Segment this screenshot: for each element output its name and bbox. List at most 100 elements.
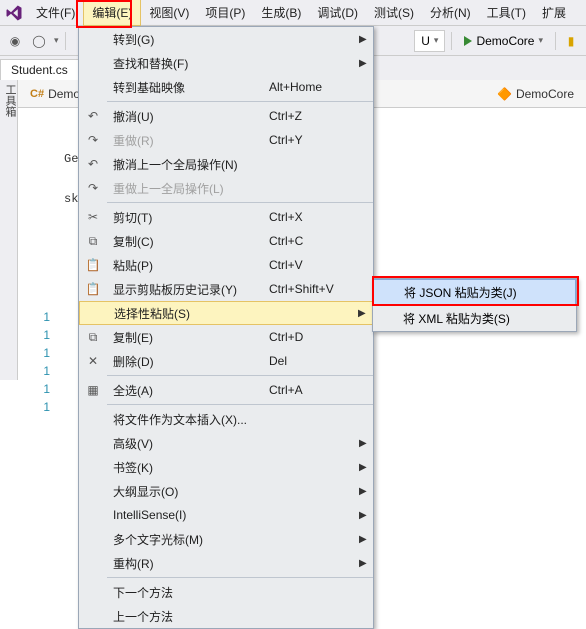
submenu-item-label: 将 XML 粘贴为类(S) <box>403 310 510 327</box>
menu-tools[interactable]: 工具(T) <box>479 0 534 25</box>
undo-icon: ↶ <box>79 109 107 123</box>
submenu-arrow-icon: ▶ <box>359 534 373 545</box>
menu-item[interactable]: 上一个方法 <box>79 604 373 628</box>
menu-project[interactable]: 项目(P) <box>197 0 253 25</box>
run-label: DemoCore <box>476 34 534 48</box>
menu-build[interactable]: 生成(B) <box>253 0 309 25</box>
edit-menu-dropdown: 转到(G)▶ 查找和替换(F) ▶ 转到基础映像Alt+Home ↶撤消(U)Ctrl+… <box>78 26 374 629</box>
menu-test[interactable]: 测试(S) <box>366 0 422 25</box>
menu-item[interactable]: 将文件作为文本插入(X)... <box>79 407 373 431</box>
menu-item-label: 撤消上一个全局操作(N) <box>107 156 269 173</box>
menu-item-label: 查找和替换(F) <box>107 55 269 72</box>
menu-item-label: 多个文字光标(M) <box>107 531 269 548</box>
menu-separator <box>107 375 373 376</box>
menu-item[interactable]: ▦全选(A)Ctrl+A <box>79 378 373 402</box>
menu-separator <box>107 202 373 203</box>
menubar: 文件(F) 编辑(E) 视图(V) 项目(P) 生成(B) 调试(D) 测试(S… <box>0 0 586 26</box>
menu-item-label: 重做上一全局操作(L) <box>107 180 269 197</box>
menu-item[interactable]: ✕删除(D)Del <box>79 349 373 373</box>
menu-item: ↷重做上一全局操作(L) <box>79 176 373 200</box>
paste-special-submenu: 将 JSON 粘贴为类(J) 将 XML 粘贴为类(S) <box>372 278 577 332</box>
run-button[interactable]: DemoCore ▾ <box>458 30 549 52</box>
menu-item[interactable]: 查找和替换(F) ▶ <box>79 51 373 75</box>
menu-item-label: 粘贴(P) <box>107 257 269 274</box>
menu-separator <box>107 577 373 578</box>
play-icon <box>464 36 472 46</box>
line-gutter: 111 111 <box>18 108 58 582</box>
nav-fwd-icon[interactable]: ◯ <box>30 32 48 50</box>
undo-icon: ↶ <box>79 157 107 171</box>
menu-edit[interactable]: 编辑(E) <box>83 0 141 26</box>
submenu-arrow-icon: ▶ <box>359 34 373 45</box>
chevron-down-icon: ▾ <box>434 35 439 46</box>
menu-item[interactable]: 📋显示剪贴板历史记录(Y)Ctrl+Shift+V <box>79 277 373 301</box>
submenu-arrow-icon: ▶ <box>358 308 372 319</box>
menu-item[interactable]: ⧉复制(C)Ctrl+C <box>79 229 373 253</box>
menu-shortcut: Ctrl+C <box>269 234 359 248</box>
menu-view[interactable]: 视图(V) <box>141 0 197 25</box>
menu-item-label: 高级(V) <box>107 435 269 452</box>
menu-item-label: 复制(E) <box>107 329 269 346</box>
cut-icon: ✂ <box>79 210 107 224</box>
sidebar-toolbox[interactable]: 工具箱 <box>0 80 20 121</box>
divider <box>451 32 452 50</box>
nav-back-icon[interactable]: ◉ <box>6 32 24 50</box>
menu-shortcut: Ctrl+A <box>269 383 359 397</box>
menu-item-label: 重构(R) <box>107 555 269 572</box>
menu-separator <box>107 101 373 102</box>
menu-item[interactable]: 高级(V)▶ <box>79 431 373 455</box>
menu-item[interactable]: 转到基础映像Alt+Home <box>79 75 373 99</box>
menu-item[interactable]: 书签(K)▶ <box>79 455 373 479</box>
menu-analyze[interactable]: 分析(N) <box>422 0 479 25</box>
menu-item[interactable]: 大纲显示(O) ▶ <box>79 479 373 503</box>
clip-icon: 📋 <box>79 282 107 296</box>
menu-item[interactable]: 多个文字光标(M) ▶ <box>79 527 373 551</box>
menu-item[interactable]: 重构(R)▶ <box>79 551 373 575</box>
menu-item[interactable]: 📋粘贴(P)Ctrl+V <box>79 253 373 277</box>
menu-item[interactable]: ⧉复制(E)Ctrl+D <box>79 325 373 349</box>
menu-item[interactable]: 选择性粘贴(S) ▶ <box>79 301 373 325</box>
debug-target-dropdown[interactable]: U▾ <box>414 30 445 52</box>
submenu-item[interactable]: 将 JSON 粘贴为类(J) <box>373 279 576 305</box>
menu-item-label: 选择性粘贴(S) <box>108 305 268 322</box>
menu-item-label: 显示剪贴板历史记录(Y) <box>107 281 269 298</box>
menu-item-label: IntelliSense(I) <box>107 508 269 522</box>
menu-item[interactable]: 转到(G)▶ <box>79 27 373 51</box>
debug-target-label: U <box>421 34 430 48</box>
copy-icon: ⧉ <box>79 330 107 345</box>
menu-item[interactable]: ↶撤消上一个全局操作(N) <box>79 152 373 176</box>
menu-item-label: 全选(A) <box>107 382 269 399</box>
menu-item[interactable]: ↶撤消(U)Ctrl+Z <box>79 104 373 128</box>
menu-item[interactable]: 下一个方法 <box>79 580 373 604</box>
menu-item-label: 大纲显示(O) <box>107 483 269 500</box>
submenu-item[interactable]: 将 XML 粘贴为类(S) <box>373 305 576 331</box>
tab-student-cs[interactable]: Student.cs <box>0 59 79 80</box>
toolbar-icon[interactable]: ▮ <box>562 32 580 50</box>
menu-item: ↷重做(R)Ctrl+Y <box>79 128 373 152</box>
class-dropdown[interactable]: 🔶 DemoCore <box>491 84 580 104</box>
menu-ext[interactable]: 扩展 <box>534 0 574 25</box>
menu-item[interactable]: IntelliSense(I)▶ <box>79 503 373 527</box>
menu-file[interactable]: 文件(F) <box>28 0 83 25</box>
menu-debug[interactable]: 调试(D) <box>309 0 366 25</box>
copy-icon: ⧉ <box>79 234 107 249</box>
menu-item-label: 重做(R) <box>107 132 269 149</box>
menu-item-label: 下一个方法 <box>107 584 269 601</box>
menu-shortcut: Ctrl+Y <box>269 133 359 147</box>
submenu-arrow-icon: ▶ <box>359 58 373 69</box>
chevron-down-icon: ▾ <box>538 35 543 46</box>
menu-item-label: 剪切(T) <box>107 209 269 226</box>
menu-item[interactable]: ✂剪切(T)Ctrl+X <box>79 205 373 229</box>
menu-shortcut: Ctrl+D <box>269 330 359 344</box>
menu-shortcut: Ctrl+Z <box>269 109 359 123</box>
submenu-arrow-icon: ▶ <box>359 486 373 497</box>
class-label: DemoCore <box>516 87 574 101</box>
menu-separator <box>107 404 373 405</box>
menu-item-label: 上一个方法 <box>107 608 269 625</box>
chevron-down-icon[interactable]: ▾ <box>54 35 59 46</box>
submenu-arrow-icon: ▶ <box>359 462 373 473</box>
menu-shortcut: Ctrl+V <box>269 258 359 272</box>
class-icon: 🔶 <box>497 87 512 101</box>
menu-shortcut: Alt+Home <box>269 80 359 94</box>
menu-shortcut: Ctrl+X <box>269 210 359 224</box>
